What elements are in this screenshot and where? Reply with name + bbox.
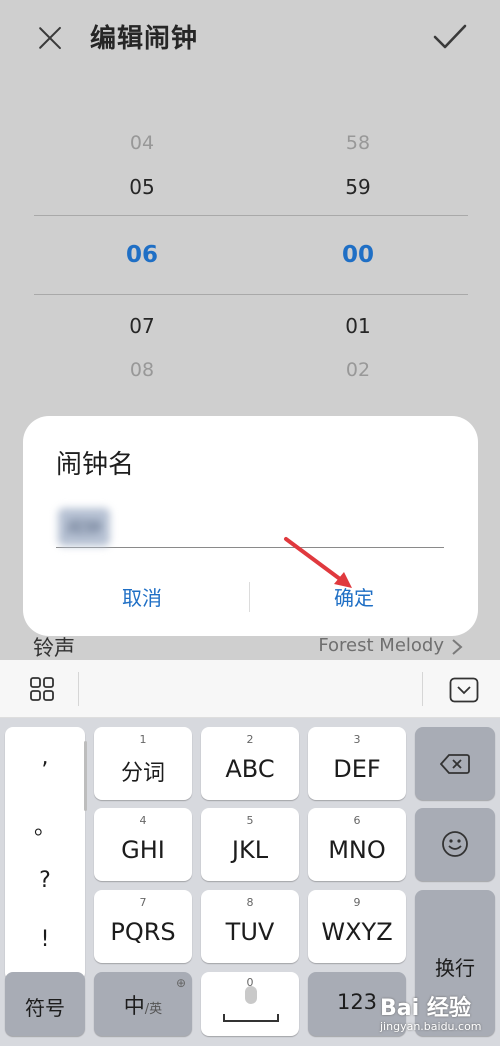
key-label: ABC [225,755,275,783]
key-2[interactable]: 2 ABC [201,727,299,800]
space-key[interactable]: 0 [201,972,299,1036]
globe-icon: ⊕ [175,976,186,990]
cancel-button[interactable]: 取消 [122,582,162,611]
key-label: GHI [121,836,165,864]
symbols-key[interactable]: 符号 [5,972,85,1036]
key-number: 8 [246,896,254,909]
microphone-icon [245,986,257,1004]
minute-far-prev: 58 [345,132,371,154]
key-number: 6 [353,814,361,827]
hour-next: 07 [129,314,155,338]
key-label: PQRS [110,918,176,946]
key-number: 2 [246,733,254,746]
alarm-name-input[interactable]: 闹钟 [56,502,444,548]
minute-prev: 59 [345,175,371,199]
chevron-right-icon [452,639,463,655]
top-bar: 编辑闹钟 [0,0,500,76]
backspace-icon [440,754,470,774]
toolbar-divider [422,672,423,706]
key-5[interactable]: 5 JKL [201,808,299,881]
picker-divider-bottom [34,294,468,295]
baidu-watermark: Bai 经验 jingyan.baidu.com [380,990,500,1040]
minute-selected: 00 [341,242,374,268]
watermark-url: jingyan.baidu.com [380,1020,482,1033]
alarm-name-dialog: 闹钟名 闹钟 取消 确定 [23,416,478,636]
hide-keyboard-icon[interactable] [449,677,479,703]
key-number: 1 [139,733,147,746]
punct-period-key[interactable]: 。 [5,809,85,841]
key-label: JKL [231,836,269,864]
dialog-actions: 取消 确定 [23,576,478,620]
punct-exclaim-key[interactable]: ! [5,927,85,952]
key-3[interactable]: 3 DEF [308,727,406,800]
key-8[interactable]: 8 TUV [201,890,299,963]
key-label: DEF [333,755,381,783]
key-label: 分词 [120,761,165,786]
key-number: 4 [139,814,147,827]
page-title: 编辑闹钟 [90,24,199,54]
space-icon [223,1014,279,1022]
alarm-name-input-value: 闹钟 [58,508,110,546]
enter-key-label: 换行 [435,956,475,980]
watermark-logo: Bai 经验 [380,996,471,1021]
dialog-title: 闹钟名 [56,450,135,480]
hour-prev: 05 [129,175,155,199]
confirm-check-icon[interactable] [432,22,468,52]
keyboard-toolbar [0,660,500,718]
key-1[interactable]: 1 分词 [94,727,192,800]
backspace-key[interactable] [415,727,495,800]
picker-divider-top [34,215,468,216]
ringtone-value: Forest Melody [318,635,444,656]
ringtone-label: 铃声 [33,636,75,660]
hour-selected: 06 [125,242,158,268]
key-number: 5 [246,814,254,827]
punct-comma-key[interactable]: , [5,745,85,770]
punctuation-list[interactable]: , 。 ? ! [5,727,87,981]
time-picker[interactable]: 04 05 06 07 08 58 59 00 01 02 [0,120,500,390]
language-key-label: 中/英 [123,994,163,1018]
key-4[interactable]: 4 GHI [94,808,192,881]
key-label: MNO [328,836,386,864]
key-label: TUV [225,918,275,946]
key-6[interactable]: 6 MNO [308,808,406,881]
symbols-key-label: 符号 [25,996,65,1020]
key-number: 3 [353,733,361,746]
key-7[interactable]: 7 PQRS [94,890,192,963]
minute-far-next: 02 [345,359,371,381]
key-number: 7 [139,896,147,909]
annotation-arrow-icon [284,537,352,588]
hour-far-next: 08 [129,359,155,381]
key-9[interactable]: 9 WXYZ [308,890,406,963]
grid-menu-icon[interactable] [30,677,54,701]
punct-question-key[interactable]: ? [5,868,85,893]
hour-far-prev: 04 [129,132,155,154]
key-label: WXYZ [321,918,393,946]
emoji-icon [442,831,468,857]
minute-next: 01 [345,314,371,338]
dialog-actions-divider [249,582,250,612]
close-icon[interactable] [34,22,66,54]
language-switch-key[interactable]: ⊕ 中/英 [94,972,192,1036]
punctuation-scrollbar [84,741,87,811]
toolbar-divider [78,672,79,706]
key-number: 9 [353,896,361,909]
emoji-key[interactable] [415,808,495,881]
